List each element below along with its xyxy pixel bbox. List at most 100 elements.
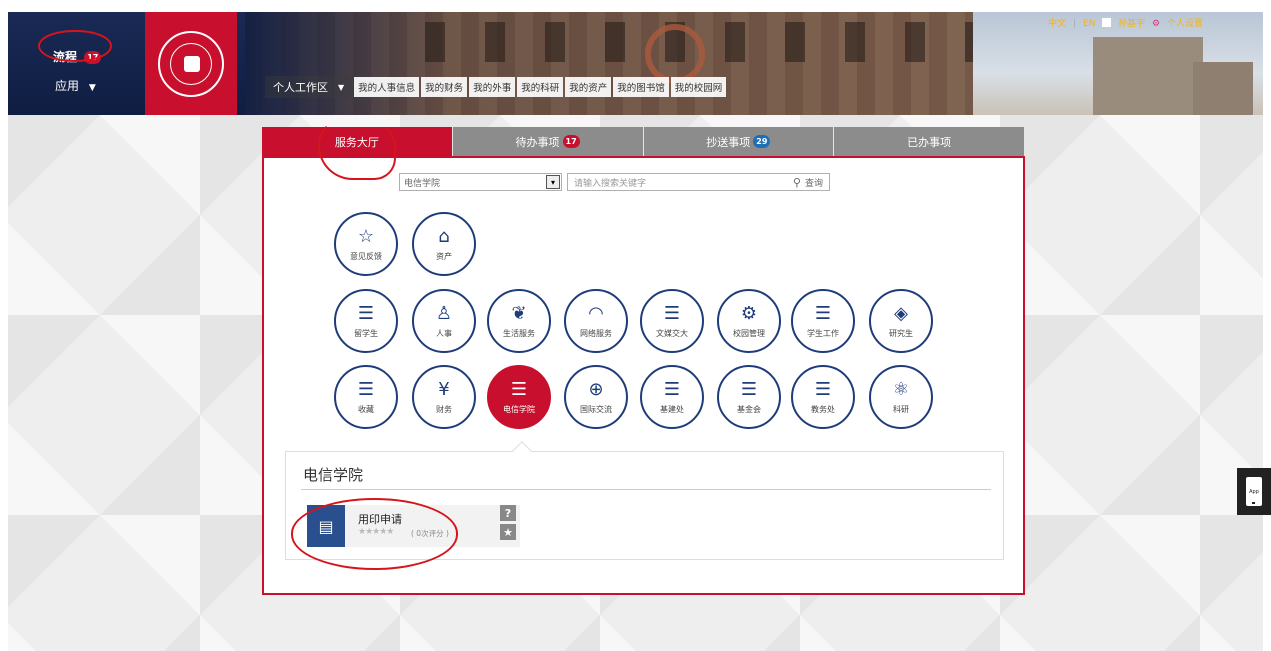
- service-label: 网络服务: [580, 328, 612, 338]
- service-label: 基建处: [660, 404, 684, 414]
- service-infrastructure[interactable]: ☰ 基建处: [640, 365, 704, 429]
- personal-settings-link[interactable]: 个人设置: [1167, 19, 1203, 29]
- favorite-star-icon[interactable]: ★: [500, 524, 516, 540]
- service-label: 校园管理: [733, 328, 765, 338]
- lang-en-link[interactable]: EN: [1083, 19, 1095, 29]
- tab-label: 已办事项: [907, 135, 952, 149]
- service-research[interactable]: ⚛ 科研: [869, 365, 933, 429]
- chevron-down-icon: ▾: [546, 175, 560, 189]
- service-label: 电信学院: [503, 404, 535, 414]
- workspace-dropdown[interactable]: 个人工作区 ▼: [265, 76, 353, 98]
- service-finance[interactable]: ¥ 财务: [412, 365, 476, 429]
- cc-count-badge: 29: [753, 135, 771, 148]
- tab-done[interactable]: 已办事项: [834, 127, 1024, 156]
- service-graduate[interactable]: ◈ 研究生: [869, 289, 933, 353]
- service-foundation[interactable]: ☰ 基金会: [717, 365, 781, 429]
- menu-link-finance[interactable]: 我的财务: [421, 77, 468, 97]
- service-label: 资产: [436, 251, 452, 261]
- star-icon: ☆: [357, 225, 375, 247]
- list-icon: ☰: [663, 302, 681, 324]
- phone-icon: App: [1246, 477, 1262, 506]
- menu-link-campus-network[interactable]: 我的校园网: [670, 77, 727, 97]
- search-button-label: 查询: [804, 178, 823, 189]
- photo-building: [1093, 37, 1203, 115]
- top-menu: 个人工作区 ▼ 我的人事信息 我的财务 我的外事 我的科研 我的资产 我的图书馆…: [265, 76, 727, 98]
- app-download-button[interactable]: App: [1237, 468, 1271, 515]
- divider: |: [1073, 19, 1077, 29]
- service-label: 文媒交大: [656, 328, 688, 338]
- annotation-circle-flow: [38, 30, 112, 62]
- service-label: 人事: [436, 328, 452, 338]
- todo-count-badge: 17: [562, 135, 580, 148]
- list-icon: ☰: [357, 302, 375, 324]
- search-placeholder: 请输入搜索关键字: [574, 178, 647, 189]
- help-button[interactable]: ?: [500, 505, 516, 521]
- service-intl-exchange[interactable]: ⊕ 国际交流: [564, 365, 628, 429]
- search-icon: ⚲: [792, 175, 801, 189]
- category-select[interactable]: 电信学院 ▾: [399, 173, 562, 191]
- university-logo[interactable]: [145, 12, 237, 115]
- detail-title: 电信学院: [303, 466, 364, 484]
- home-icon: ⌂: [438, 225, 450, 247]
- menu-link-library[interactable]: 我的图书馆: [613, 77, 669, 97]
- list-icon: ☰: [814, 378, 832, 400]
- search-row: 电信学院 ▾ 请输入搜索关键字 ⚲ 查询: [399, 173, 830, 191]
- right-margin: [1263, 0, 1271, 651]
- service-student-affairs[interactable]: ☰ 学生工作: [791, 289, 855, 353]
- service-label: 意见反馈: [350, 251, 382, 261]
- plant-icon: ❦: [511, 302, 527, 324]
- service-label: 生活服务: [503, 328, 535, 338]
- menu-link-foreign-affairs[interactable]: 我的外事: [469, 77, 516, 97]
- lang-cn-link[interactable]: 中文: [1048, 19, 1066, 29]
- category-select-value: 电信学院: [404, 178, 441, 189]
- search-input[interactable]: 请输入搜索关键字 ⚲ 查询: [567, 173, 830, 191]
- service-label: 科研: [893, 404, 909, 414]
- list-icon: ☰: [510, 378, 528, 400]
- chevron-down-icon: ▼: [88, 83, 96, 93]
- atom-icon: ⚛: [892, 378, 910, 400]
- menu-link-hr-info[interactable]: 我的人事信息: [354, 77, 420, 97]
- service-intl-students[interactable]: ☰ 留学生: [334, 289, 398, 353]
- tab-label: 抄送事项: [706, 135, 751, 149]
- service-assets[interactable]: ⌂ 资产: [412, 212, 476, 276]
- photo-arch: [645, 24, 705, 84]
- workspace-label: 个人工作区: [273, 81, 328, 94]
- user-name-link[interactable]: 孙基宇: [1118, 19, 1145, 29]
- menu-link-research[interactable]: 我的科研: [517, 77, 564, 97]
- service-media[interactable]: ☰ 文媒交大: [640, 289, 704, 353]
- left-margin: [0, 0, 8, 651]
- settings-gear-icon: ⚙: [1152, 19, 1161, 29]
- apps-menu[interactable]: 应用 ▼: [55, 77, 96, 94]
- person-icon: ♙: [435, 302, 453, 324]
- service-label: 研究生: [889, 328, 913, 338]
- service-label: 收藏: [358, 404, 374, 414]
- wifi-icon: ◠: [588, 302, 604, 324]
- apps-label: 应用: [55, 79, 80, 93]
- graduation-cap-icon: ◈: [894, 302, 908, 324]
- service-label: 基金会: [737, 404, 761, 414]
- service-academic-affairs[interactable]: ☰ 教务处: [791, 365, 855, 429]
- app-float-label: App: [1249, 488, 1259, 495]
- tab-todo[interactable]: 待办事项 17: [452, 127, 643, 156]
- service-ee-college[interactable]: ☰ 电信学院: [487, 365, 551, 429]
- service-feedback[interactable]: ☆ 意见反馈: [334, 212, 398, 276]
- search-button[interactable]: ⚲ 查询: [793, 176, 829, 189]
- list-icon: ☰: [814, 302, 832, 324]
- menu-link-assets[interactable]: 我的资产: [565, 77, 612, 97]
- service-label: 留学生: [354, 328, 378, 338]
- service-label: 教务处: [811, 404, 835, 414]
- yuan-icon: ¥: [438, 378, 450, 400]
- seal-icon: [158, 31, 224, 97]
- service-network[interactable]: ◠ 网络服务: [564, 289, 628, 353]
- service-campus-mgmt[interactable]: ⚙ 校园管理: [717, 289, 781, 353]
- service-hr[interactable]: ♙ 人事: [412, 289, 476, 353]
- top-links: 中文 | EN 孙基宇 ⚙ 个人设置: [1044, 16, 1203, 29]
- left-nav: 流程 17 应用 ▼: [8, 12, 135, 115]
- annotation-circle-app: [291, 498, 458, 570]
- service-favorites[interactable]: ☰ 收藏: [334, 365, 398, 429]
- service-label: 财务: [436, 404, 452, 414]
- list-icon: ☰: [740, 378, 758, 400]
- service-life[interactable]: ❦ 生活服务: [487, 289, 551, 353]
- tab-cc[interactable]: 抄送事项 29: [643, 127, 834, 156]
- seal-core: [184, 56, 200, 72]
